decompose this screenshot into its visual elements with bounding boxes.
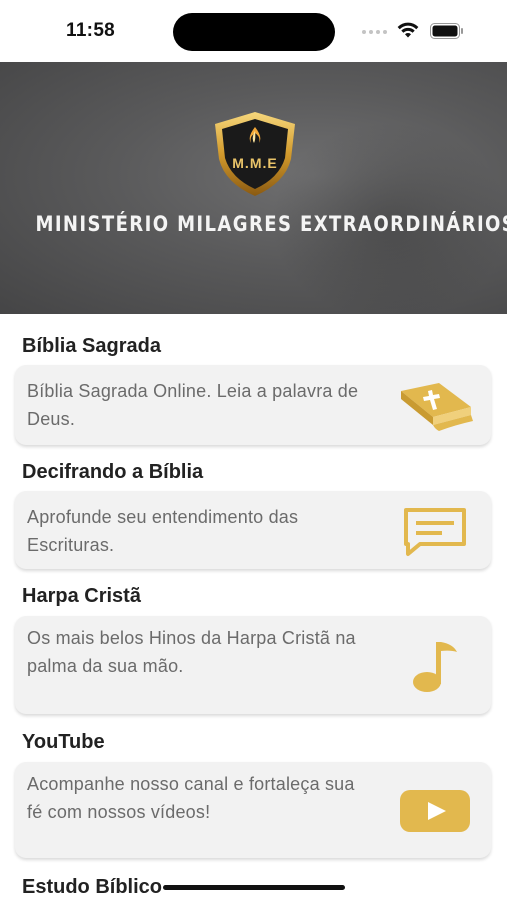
card-description: Acompanhe nosso canal e fortaleça sua fé…	[27, 774, 355, 822]
section-title-decifrando: Decifrando a Bíblia	[22, 461, 204, 483]
dynamic-island	[173, 13, 335, 51]
status-time: 11:58	[66, 20, 116, 41]
shield-logo-icon	[215, 112, 295, 196]
wifi-icon	[397, 22, 419, 38]
card-description: Os mais belos Hinos da Harpa Cristã na p…	[27, 628, 356, 676]
section-title-youtube: YouTube	[22, 731, 105, 753]
section-title-harpa: Harpa Cristã	[22, 585, 141, 607]
card-description: Bíblia Sagrada Online. Leia a palavra de…	[27, 381, 359, 429]
home-indicator[interactable]	[163, 885, 345, 890]
logo-text: M.M.E	[232, 155, 278, 171]
brand-title: MINISTÉRIO MILAGRES EXTRAORDINÁRIOS	[35, 212, 507, 236]
app-screen: 11:58 M.M.E MINISTÉRIO MILAGRES EXTRAORD…	[0, 0, 507, 900]
ministry-logo: M.M.E	[207, 109, 303, 199]
card-biblia-sagrada[interactable]: Bíblia Sagrada Online. Leia a palavra de…	[15, 365, 491, 445]
card-youtube[interactable]: Acompanhe nosso canal e fortaleça sua fé…	[15, 762, 491, 858]
card-decifrando-biblia[interactable]: Aprofunde seu entendimento das Escritura…	[15, 491, 491, 569]
card-harpa-crista[interactable]: Os mais belos Hinos da Harpa Cristã na p…	[15, 616, 491, 714]
section-title-estudo: Estudo Bíblico	[22, 876, 162, 898]
bible-book-icon	[401, 383, 473, 431]
battery-icon	[430, 23, 463, 39]
cellular-signal-icon	[362, 30, 387, 34]
card-description: Aprofunde seu entendimento das Escritura…	[27, 507, 299, 555]
status-bar: 11:58	[0, 0, 507, 62]
section-title-biblia-sagrada: Bíblia Sagrada	[22, 335, 161, 357]
menu-list: Bíblia Sagrada Bíblia Sagrada Online. Le…	[0, 314, 507, 900]
music-note-icon	[413, 642, 457, 692]
chat-message-icon	[404, 508, 466, 556]
youtube-play-icon	[400, 790, 470, 832]
header-banner: M.M.E MINISTÉRIO MILAGRES EXTRAORDINÁRIO…	[0, 62, 507, 314]
